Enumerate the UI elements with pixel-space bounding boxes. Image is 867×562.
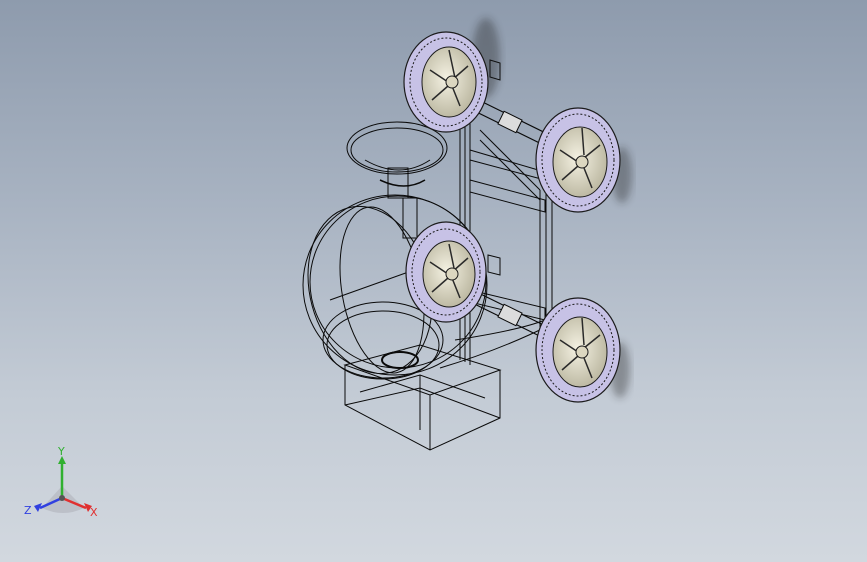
3d-viewport[interactable]: Y X Z bbox=[0, 0, 867, 562]
wheel-bottom-right[interactable] bbox=[535, 297, 630, 403]
z-axis-label: Z bbox=[24, 504, 32, 517]
y-axis-label: Y bbox=[57, 446, 65, 458]
wheel-top-left[interactable] bbox=[403, 18, 500, 133]
wireframe-model[interactable] bbox=[0, 0, 867, 562]
axis-triad: Y X Z bbox=[24, 446, 98, 519]
wheel-top-right[interactable] bbox=[535, 107, 632, 213]
x-axis-label: X bbox=[90, 506, 98, 519]
wheel-bottom-left[interactable] bbox=[405, 221, 487, 323]
base-box bbox=[343, 344, 502, 451]
top-bowl bbox=[346, 121, 448, 239]
